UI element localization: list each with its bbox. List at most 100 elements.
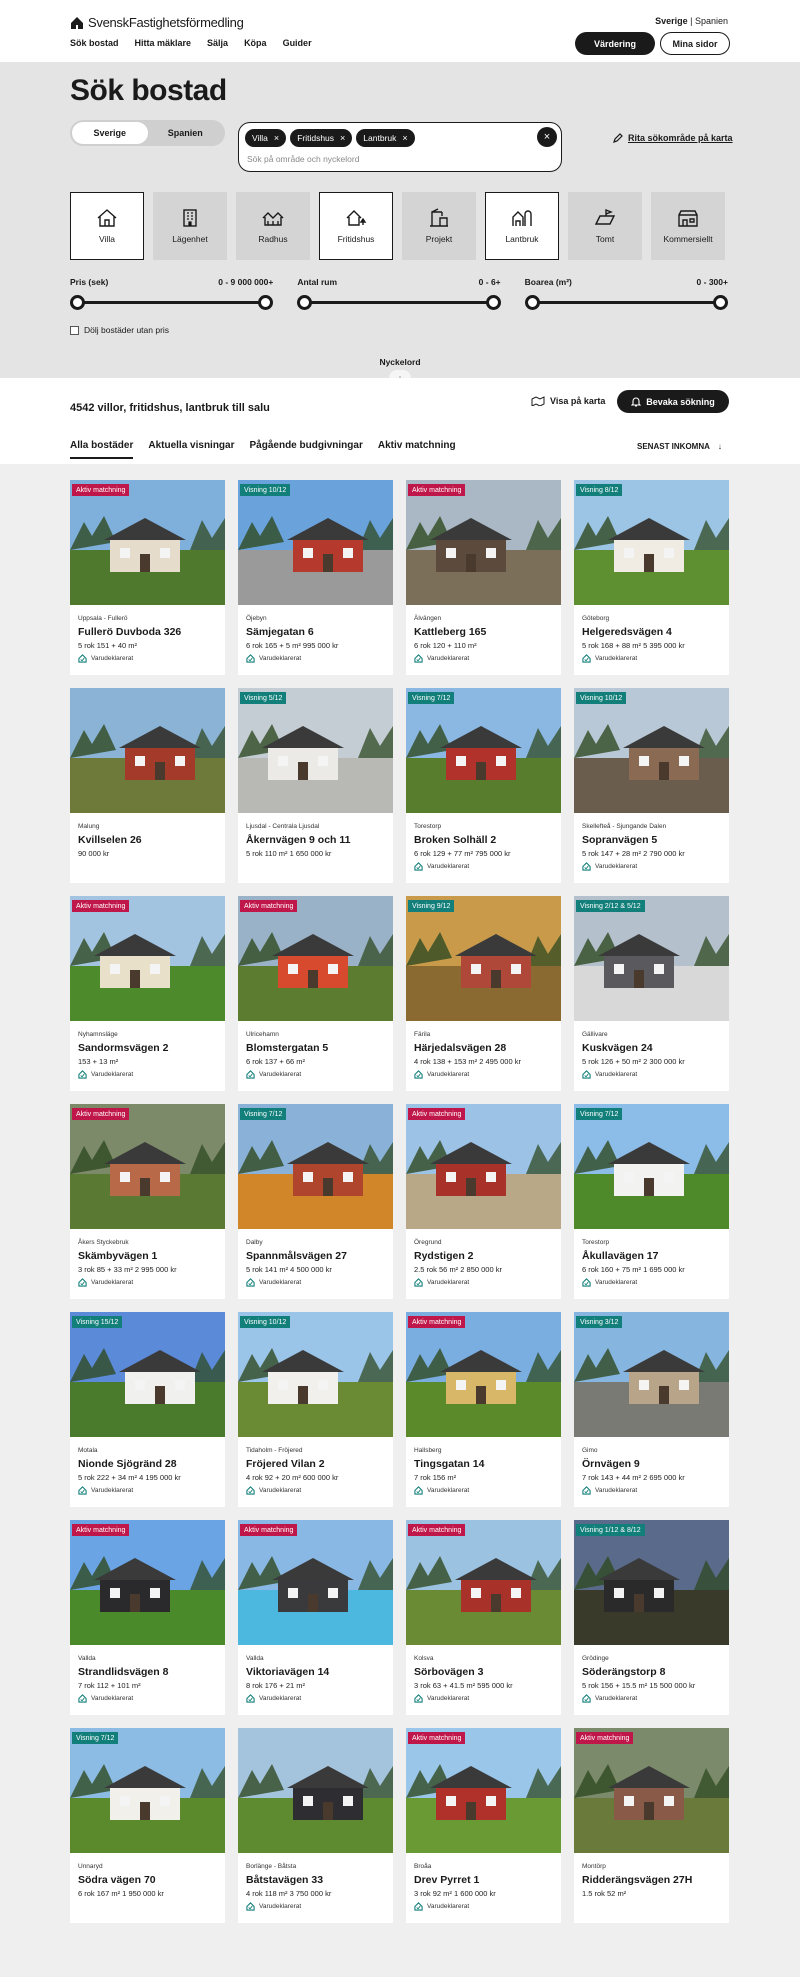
listing-address[interactable]: Kuskvägen 24 bbox=[582, 1042, 653, 1054]
type-lantbruk[interactable]: Lantbruk bbox=[485, 192, 559, 260]
listing-photo[interactable]: Aktiv matchning bbox=[70, 480, 225, 605]
tab-pagaende-budgivningar[interactable]: Pågående budgivningar bbox=[250, 440, 363, 459]
nav-kopa[interactable]: Köpa bbox=[244, 38, 267, 48]
nav-salja[interactable]: Sälja bbox=[207, 38, 228, 48]
listing-card[interactable]: Visning 7/12 Dalby Spannmålsvägen 27 5 r… bbox=[238, 1104, 393, 1299]
nav-sok-bostad[interactable]: Sök bostad bbox=[70, 38, 119, 48]
chip-lantbruk[interactable]: Lantbruk × bbox=[356, 129, 415, 147]
listing-address[interactable]: Kattleberg 165 bbox=[414, 626, 486, 638]
listing-address[interactable]: Drev Pyrret 1 bbox=[414, 1874, 479, 1886]
listing-card[interactable]: Visning 10/12 Öjebyn Sämjegatan 6 6 rok … bbox=[238, 480, 393, 675]
listing-address[interactable]: Sämjegatan 6 bbox=[246, 626, 314, 638]
listing-address[interactable]: Fröjered Vilan 2 bbox=[246, 1458, 325, 1470]
type-kommersiellt[interactable]: Kommersiellt bbox=[651, 192, 725, 260]
range-min-handle[interactable] bbox=[70, 295, 85, 310]
listing-card[interactable]: Visning 10/12 Tidaholm - Fröjered Fröjer… bbox=[238, 1312, 393, 1507]
listing-address[interactable]: Spannmålsvägen 27 bbox=[246, 1250, 347, 1262]
listing-address[interactable]: Södra vägen 70 bbox=[78, 1874, 156, 1886]
listing-photo[interactable]: Visning 7/12 bbox=[238, 1104, 393, 1229]
range-min-handle[interactable] bbox=[297, 295, 313, 310]
listing-address[interactable]: Fullerö Duvboda 326 bbox=[78, 626, 181, 638]
close-icon[interactable]: × bbox=[402, 133, 407, 143]
listing-photo[interactable]: Aktiv matchning bbox=[406, 1104, 561, 1229]
listing-address[interactable]: Rydstigen 2 bbox=[414, 1250, 474, 1262]
listing-address[interactable]: Blomstergatan 5 bbox=[246, 1042, 328, 1054]
listing-photo[interactable]: Aktiv matchning bbox=[406, 480, 561, 605]
my-pages-button[interactable]: Mina sidor bbox=[660, 32, 730, 55]
listing-address[interactable]: Strandlidsvägen 8 bbox=[78, 1666, 168, 1678]
listing-photo[interactable] bbox=[70, 688, 225, 813]
listing-card[interactable]: Visning 15/12 Motala Nionde Sjögränd 28 … bbox=[70, 1312, 225, 1507]
show-map-link[interactable]: Visa på karta bbox=[531, 396, 605, 406]
listing-card[interactable]: Visning 8/12 Göteborg Helgeredsvägen 4 5… bbox=[574, 480, 729, 675]
clear-search-button[interactable]: × bbox=[537, 127, 557, 147]
listing-photo[interactable]: Visning 10/12 bbox=[238, 480, 393, 605]
listing-card[interactable]: Visning 5/12 Ljusdal - Centrala Ljusdal … bbox=[238, 688, 393, 883]
chip-fritidshus[interactable]: Fritidshus × bbox=[290, 129, 353, 147]
tab-aktuella-visningar[interactable]: Aktuella visningar bbox=[148, 440, 234, 459]
listing-card[interactable]: Aktiv matchning Uppsala - Fullerö Fuller… bbox=[70, 480, 225, 675]
draw-area-link[interactable]: Rita sökområde på karta bbox=[612, 132, 733, 144]
listing-address[interactable]: Härjedalsvägen 28 bbox=[414, 1042, 506, 1054]
listing-address[interactable]: Ridderängsvägen 27H bbox=[582, 1874, 692, 1886]
listing-photo[interactable]: Visning 10/12 bbox=[574, 688, 729, 813]
listing-address[interactable]: Skämbyvägen 1 bbox=[78, 1250, 157, 1262]
type-radhus[interactable]: Radhus bbox=[236, 192, 310, 260]
listing-card[interactable]: Aktiv matchning Broåa Drev Pyrret 1 3 ro… bbox=[406, 1728, 561, 1923]
listing-photo[interactable]: Visning 2/12 & 5/12 bbox=[574, 896, 729, 1021]
listing-card[interactable]: Aktiv matchning Ulricehamn Blomstergatan… bbox=[238, 896, 393, 1091]
listing-card[interactable]: Visning 3/12 Gimo Örnvägen 9 7 rok 143 +… bbox=[574, 1312, 729, 1507]
search-input[interactable]: Villa × Fritidshus × Lantbruk × Sök på områ… bbox=[238, 122, 562, 172]
listing-card[interactable]: Visning 1/12 & 8/12 Grödinge Söderängsto… bbox=[574, 1520, 729, 1715]
listing-address[interactable]: Kvillselen 26 bbox=[78, 834, 142, 846]
listing-address[interactable]: Helgeredsvägen 4 bbox=[582, 626, 672, 638]
listing-photo[interactable]: Visning 1/12 & 8/12 bbox=[574, 1520, 729, 1645]
listing-address[interactable]: Örnvägen 9 bbox=[582, 1458, 640, 1470]
listing-photo[interactable]: Visning 8/12 bbox=[574, 480, 729, 605]
listing-photo[interactable]: Aktiv matchning bbox=[406, 1728, 561, 1853]
watch-search-button[interactable]: Bevaka sökning bbox=[617, 390, 729, 413]
listing-photo[interactable]: Visning 9/12 bbox=[406, 896, 561, 1021]
close-icon[interactable]: × bbox=[274, 133, 279, 143]
tab-alla-bostader[interactable]: Alla bostäder bbox=[70, 440, 134, 459]
keyword-toggle[interactable]: Nyckelord bbox=[0, 357, 800, 367]
listing-address[interactable]: Sörbovägen 3 bbox=[414, 1666, 483, 1678]
listing-photo[interactable]: Aktiv matchning bbox=[238, 1520, 393, 1645]
listing-address[interactable]: Nionde Sjögränd 28 bbox=[78, 1458, 177, 1470]
listing-card[interactable]: Visning 10/12 Skellefteå - Sjungande Dal… bbox=[574, 688, 729, 883]
listing-photo[interactable]: Aktiv matchning bbox=[574, 1728, 729, 1853]
listing-card[interactable]: Aktiv matchning Kolsva Sörbovägen 3 3 ro… bbox=[406, 1520, 561, 1715]
range-max-handle[interactable] bbox=[258, 295, 274, 310]
listing-photo[interactable]: Visning 7/12 bbox=[574, 1104, 729, 1229]
listing-card[interactable]: Aktiv matchning Vallda Viktoriavägen 14 … bbox=[238, 1520, 393, 1715]
listing-address[interactable]: Tingsgatan 14 bbox=[414, 1458, 484, 1470]
listing-address[interactable]: Sopranvägen 5 bbox=[582, 834, 657, 846]
valuation-button[interactable]: Värdering bbox=[575, 32, 655, 55]
listing-card[interactable]: Visning 7/12 Unnaryd Södra vägen 70 6 ro… bbox=[70, 1728, 225, 1923]
listing-photo[interactable]: Aktiv matchning bbox=[70, 1520, 225, 1645]
range-track[interactable] bbox=[302, 301, 496, 304]
hide-no-price[interactable]: Dölj bostäder utan pris bbox=[70, 325, 169, 335]
listing-card[interactable]: Aktiv matchning Älvängen Kattleberg 165 … bbox=[406, 480, 561, 675]
listing-photo[interactable]: Visning 7/12 bbox=[70, 1728, 225, 1853]
listing-card[interactable]: Aktiv matchning Åkers Styckebruk Skämbyv… bbox=[70, 1104, 225, 1299]
listing-address[interactable]: Broken Solhäll 2 bbox=[414, 834, 496, 846]
listing-card[interactable]: Aktiv matchning Vallda Strandlidsvägen 8… bbox=[70, 1520, 225, 1715]
listing-card[interactable]: Visning 9/12 Färila Härjedalsvägen 28 4 … bbox=[406, 896, 561, 1091]
listing-card[interactable]: Visning 2/12 & 5/12 Gällivare Kuskvägen … bbox=[574, 896, 729, 1091]
listing-address[interactable]: Åkullavägen 17 bbox=[582, 1250, 658, 1262]
country-spanien[interactable]: Spanien bbox=[148, 122, 224, 144]
lang-sverige[interactable]: Sverige bbox=[655, 16, 688, 26]
listing-photo[interactable]: Visning 3/12 bbox=[574, 1312, 729, 1437]
hide-no-price-checkbox[interactable] bbox=[70, 325, 79, 335]
chip-villa[interactable]: Villa × bbox=[245, 129, 287, 147]
range-max-handle[interactable] bbox=[485, 295, 501, 310]
listing-card[interactable]: Borlänge - Båtsta Båtstavägen 33 4 rok 1… bbox=[238, 1728, 393, 1923]
listing-photo[interactable]: Aktiv matchning bbox=[70, 896, 225, 1021]
listing-photo[interactable]: Visning 10/12 bbox=[238, 1312, 393, 1437]
nav-guider[interactable]: Guider bbox=[283, 38, 312, 48]
range-track[interactable] bbox=[75, 301, 269, 304]
sort-dropdown[interactable]: SENAST INKOMNA ↓ bbox=[637, 442, 722, 451]
range-track[interactable] bbox=[529, 301, 723, 304]
listing-address[interactable]: Åkernvägen 9 och 11 bbox=[246, 834, 350, 846]
